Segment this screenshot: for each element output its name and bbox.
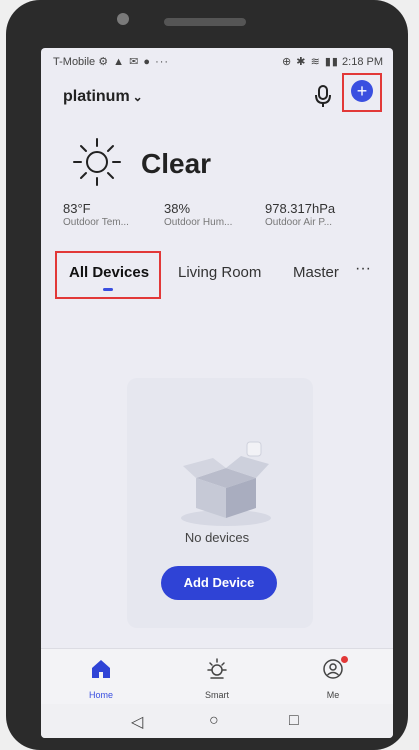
carrier-name: T-Mobile	[53, 56, 96, 68]
phone-frame: T-Mobile ⚙ ▲ ✉ ● ··· ⊕ ✱ ≋ ▮▮ 2:18 PM pl…	[6, 0, 408, 750]
metric-label: Outdoor Hum...	[164, 217, 233, 228]
notification-badge	[341, 656, 348, 663]
more-tabs-button[interactable]: ···	[355, 260, 371, 278]
nav-label: Me	[326, 690, 340, 700]
microphone-icon[interactable]	[313, 84, 333, 108]
nav-label: Smart	[204, 690, 229, 700]
back-icon[interactable]: ◁	[131, 712, 143, 732]
app-screen: T-Mobile ⚙ ▲ ✉ ● ··· ⊕ ✱ ≋ ▮▮ 2:18 PM pl…	[41, 48, 393, 738]
metric-humidity: 38% Outdoor Hum...	[164, 201, 232, 228]
chevron-down-icon: ⌄	[132, 90, 143, 104]
home-circle-icon[interactable]: ○	[209, 712, 219, 730]
nav-label: Home	[88, 690, 113, 700]
notification-icons: ⚙ ▲ ✉ ● ···	[98, 56, 170, 68]
metric-temperature: 83°F Outdoor Tem...	[63, 201, 129, 228]
status-bar: T-Mobile ⚙ ▲ ✉ ● ··· ⊕ ✱ ≋ ▮▮ 2:18 PM	[41, 48, 393, 74]
metric-air-pressure: 978.317hPa Outdoor Air P...	[265, 201, 335, 228]
earpiece-speaker	[164, 18, 246, 26]
tab-living-room[interactable]: Living Room	[178, 264, 261, 281]
sun-icon	[73, 138, 121, 186]
bottom-navigation: Home Smart Me	[41, 648, 393, 705]
highlight-box-tab	[55, 251, 161, 299]
add-device-button[interactable]: Add Device	[161, 566, 277, 600]
system-status-icons: ⊕ ✱ ≋ ▮▮	[282, 56, 339, 68]
metric-value: 978.317hPa	[265, 201, 336, 216]
sun-icon	[207, 658, 227, 679]
tab-master[interactable]: Master	[293, 264, 339, 281]
home-selector[interactable]: platinum ⌄	[63, 88, 143, 106]
front-camera	[117, 13, 129, 25]
metric-label: Outdoor Tem...	[63, 217, 129, 228]
status-time: 2:18 PM	[342, 56, 383, 68]
nav-home[interactable]: Home	[66, 657, 136, 700]
nav-me[interactable]: Me	[298, 656, 368, 700]
empty-state-text: No devices	[184, 530, 250, 545]
nav-smart[interactable]: Smart	[182, 657, 252, 700]
metric-label: Outdoor Air P...	[265, 217, 333, 228]
home-icon	[92, 660, 110, 678]
empty-box-illustration	[181, 441, 271, 526]
home-name-label: platinum	[63, 88, 130, 105]
recents-icon[interactable]: □	[289, 712, 299, 730]
highlight-box-add	[342, 73, 382, 112]
metric-value: 38%	[164, 201, 191, 216]
system-navigation-bar: ◁ ○ □	[41, 704, 393, 738]
metric-value: 83°F	[63, 201, 91, 216]
weather-condition: Clear	[141, 148, 212, 179]
